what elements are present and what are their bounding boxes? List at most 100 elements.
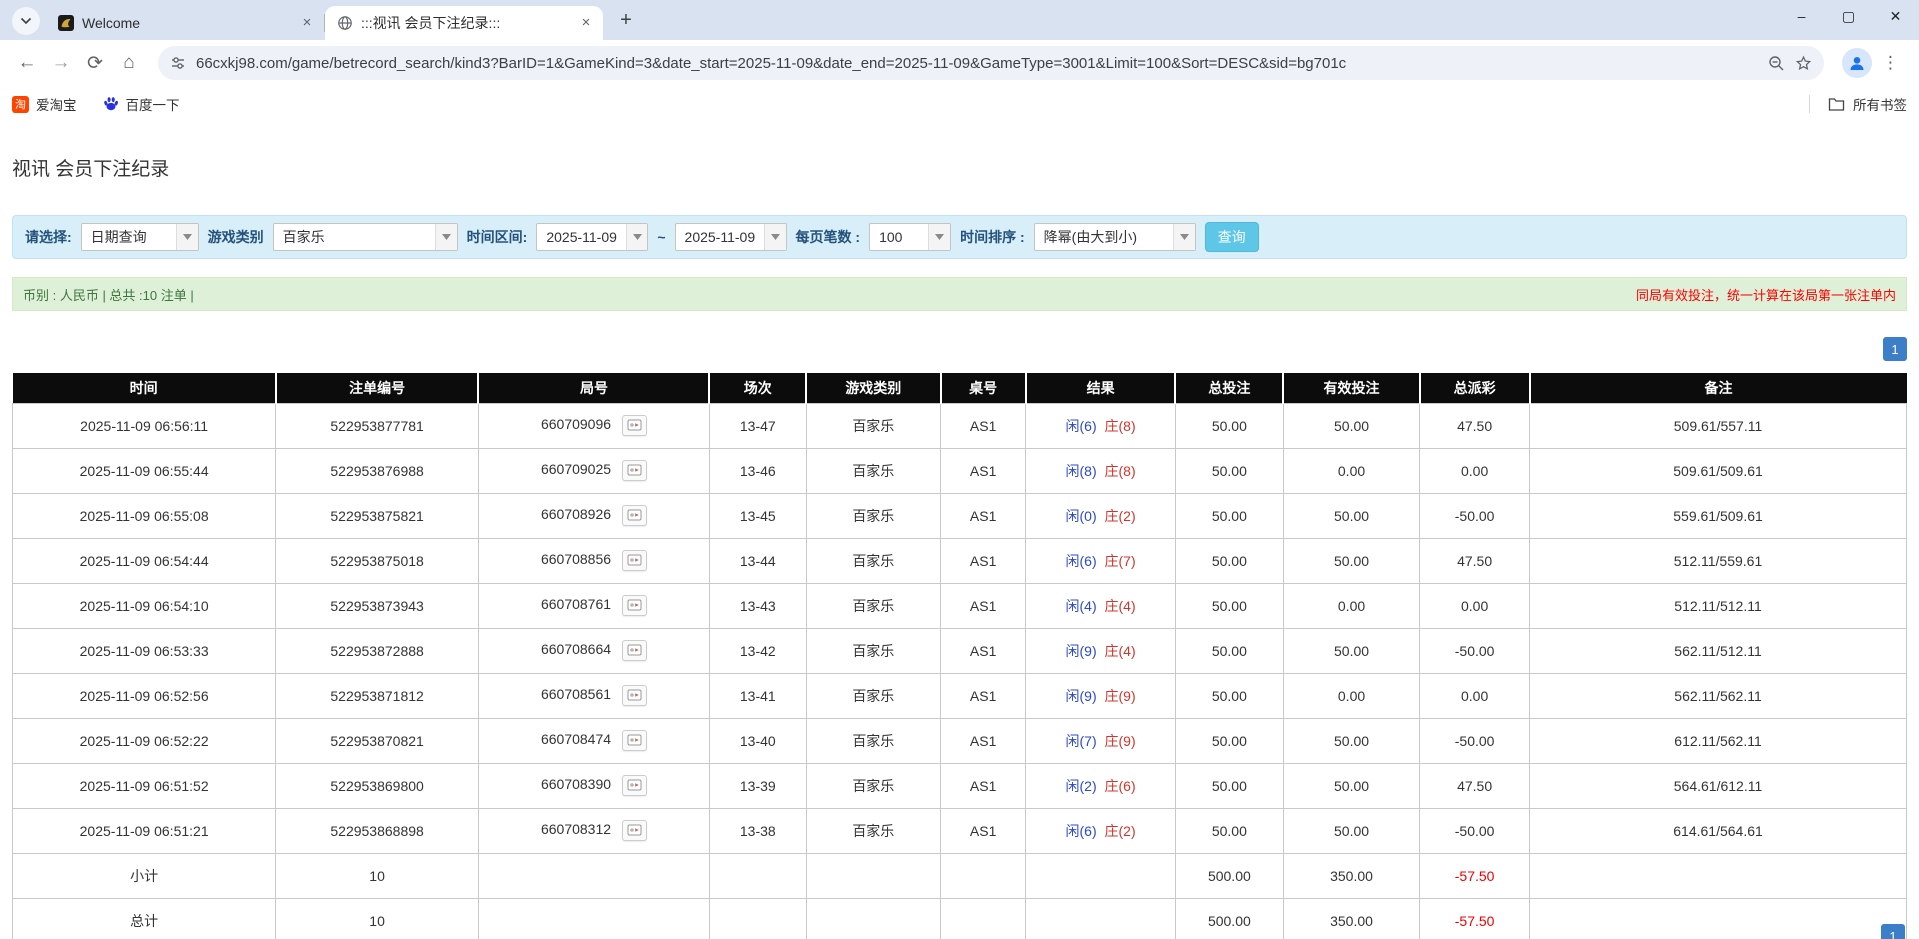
browser-menu-icon[interactable]: ⋮ [1878, 53, 1909, 73]
col-result: 结果 [1026, 373, 1176, 403]
minimize-button[interactable]: – [1778, 0, 1825, 32]
taobao-icon: 淘 [12, 96, 29, 113]
baidu-paw-icon [103, 96, 119, 112]
subtotal-count: 10 [276, 853, 479, 898]
home-button[interactable]: ⌂ [112, 46, 146, 80]
cell-round-id: 660708561 [478, 673, 709, 718]
cell-total-bet-link[interactable]: 50.00 [1175, 403, 1283, 448]
chevron-down-icon [1173, 224, 1195, 250]
forward-button[interactable]: → [44, 46, 78, 80]
cell-time: 2025-11-09 06:51:21 [13, 808, 276, 853]
cell-round-id: 660708390 [478, 763, 709, 808]
cell-session: 13-40 [709, 718, 806, 763]
new-tab-button[interactable]: + [613, 9, 639, 32]
cell-bet-id: 522953868898 [276, 808, 479, 853]
reload-button[interactable]: ⟳ [78, 46, 112, 80]
cell-total-bet-link[interactable]: 50.00 [1175, 808, 1283, 853]
cell-table-no: AS1 [941, 763, 1026, 808]
cell-total-bet-link[interactable]: 50.00 [1175, 628, 1283, 673]
cell-valid-bet: 50.00 [1283, 808, 1419, 853]
per-page-label: 每页笔数 : [796, 227, 861, 247]
per-page-select[interactable]: 100 [869, 223, 951, 251]
bookmark-taobao[interactable]: 淘 爱淘宝 [12, 94, 77, 114]
tab-bet-records[interactable]: :::视讯 会员下注纪录::: × [325, 6, 603, 40]
cell-session: 13-45 [709, 493, 806, 538]
pagination-bottom-button[interactable]: 1 [1881, 924, 1905, 939]
search-button[interactable]: 查询 [1205, 222, 1259, 252]
cell-remark: 512.11/512.11 [1530, 583, 1907, 628]
sort-select[interactable]: 降幂(由大到小) [1034, 223, 1196, 251]
all-bookmarks-button[interactable]: 所有书签 [1809, 94, 1907, 114]
table-row: 2025-11-09 06:52:22 522953870821 6607084… [13, 718, 1907, 763]
bookmark-star-icon[interactable] [1795, 55, 1812, 72]
cell-remark: 512.11/559.61 [1530, 538, 1907, 583]
cell-payout: -50.00 [1420, 628, 1530, 673]
replay-icon[interactable] [622, 595, 647, 616]
page-1-button[interactable]: 1 [1883, 337, 1907, 361]
cell-bet-id: 522953877781 [276, 403, 479, 448]
cell-game-type: 百家乐 [806, 583, 940, 628]
replay-icon[interactable] [622, 820, 647, 841]
tab-welcome[interactable]: Welcome × [46, 6, 324, 40]
cell-table-no: AS1 [941, 493, 1026, 538]
cell-game-type: 百家乐 [806, 628, 940, 673]
replay-icon[interactable] [622, 640, 647, 661]
cell-total-bet-link[interactable]: 50.00 [1175, 538, 1283, 583]
cell-valid-bet: 50.00 [1283, 493, 1419, 538]
cell-table-no: AS1 [941, 808, 1026, 853]
result-player: 闲(6) [1066, 418, 1097, 434]
cell-valid-bet: 50.00 [1283, 718, 1419, 763]
tab-close-icon[interactable]: × [298, 14, 316, 32]
cell-time: 2025-11-09 06:55:08 [13, 493, 276, 538]
game-type-select[interactable]: 百家乐 [273, 223, 458, 251]
bookmark-baidu[interactable]: 百度一下 [103, 94, 180, 114]
cell-total-bet-link[interactable]: 50.00 [1175, 718, 1283, 763]
total-total-bet: 500.00 [1175, 898, 1283, 939]
cell-total-bet-link[interactable]: 50.00 [1175, 493, 1283, 538]
url-text: 66cxkj98.com/game/betrecord_search/kind3… [196, 55, 1758, 72]
col-game-type: 游戏类别 [806, 373, 940, 403]
cell-table-no: AS1 [941, 628, 1026, 673]
query-mode-select[interactable]: 日期查询 [81, 223, 199, 251]
site-controls-icon[interactable] [170, 55, 186, 71]
cell-valid-bet: 50.00 [1283, 538, 1419, 583]
profile-avatar[interactable] [1842, 48, 1872, 78]
close-window-button[interactable]: ✕ [1872, 0, 1919, 32]
date-start-select[interactable]: 2025-11-09 [536, 223, 648, 251]
tab-search-button[interactable] [12, 7, 40, 35]
cell-total-bet-link[interactable]: 50.00 [1175, 448, 1283, 493]
replay-icon[interactable] [622, 415, 647, 436]
replay-icon[interactable] [622, 730, 647, 751]
replay-icon[interactable] [622, 775, 647, 796]
table-row: 2025-11-09 06:52:56 522953871812 6607085… [13, 673, 1907, 718]
cell-session: 13-42 [709, 628, 806, 673]
replay-icon[interactable] [622, 460, 647, 481]
maximize-button[interactable]: ▢ [1825, 0, 1872, 32]
back-button[interactable]: ← [10, 46, 44, 80]
replay-icon[interactable] [622, 505, 647, 526]
cell-remark: 612.11/562.11 [1530, 718, 1907, 763]
notice-text: 同局有效投注，统一计算在该局第一张注单内 [1636, 285, 1896, 304]
subtotal-total-bet: 500.00 [1175, 853, 1283, 898]
cell-session: 13-47 [709, 403, 806, 448]
zoom-out-icon[interactable] [1768, 55, 1785, 72]
col-round-id: 局号 [478, 373, 709, 403]
cell-bet-id: 522953872888 [276, 628, 479, 673]
cell-time: 2025-11-09 06:56:11 [13, 403, 276, 448]
cell-result: 闲(9) 庄(4) [1026, 628, 1176, 673]
cell-result: 闲(6) 庄(7) [1026, 538, 1176, 583]
chevron-down-icon [435, 224, 457, 250]
address-bar[interactable]: 66cxkj98.com/game/betrecord_search/kind3… [158, 46, 1824, 80]
tab-close-icon[interactable]: × [577, 14, 595, 32]
cell-session: 13-46 [709, 448, 806, 493]
cell-total-bet-link[interactable]: 50.00 [1175, 763, 1283, 808]
cell-total-bet-link[interactable]: 50.00 [1175, 583, 1283, 628]
replay-icon[interactable] [622, 550, 647, 571]
total-row: 总计 10 500.00 350.00 -57.50 [13, 898, 1907, 939]
cell-total-bet-link[interactable]: 50.00 [1175, 673, 1283, 718]
replay-icon[interactable] [622, 685, 647, 706]
cell-remark: 562.11/562.11 [1530, 673, 1907, 718]
subtotal-row: 小计 10 500.00 350.00 -57.50 [13, 853, 1907, 898]
date-end-select[interactable]: 2025-11-09 [675, 223, 787, 251]
tab-strip: Welcome × :::视讯 会员下注纪录::: × + – ▢ ✕ [0, 0, 1919, 40]
